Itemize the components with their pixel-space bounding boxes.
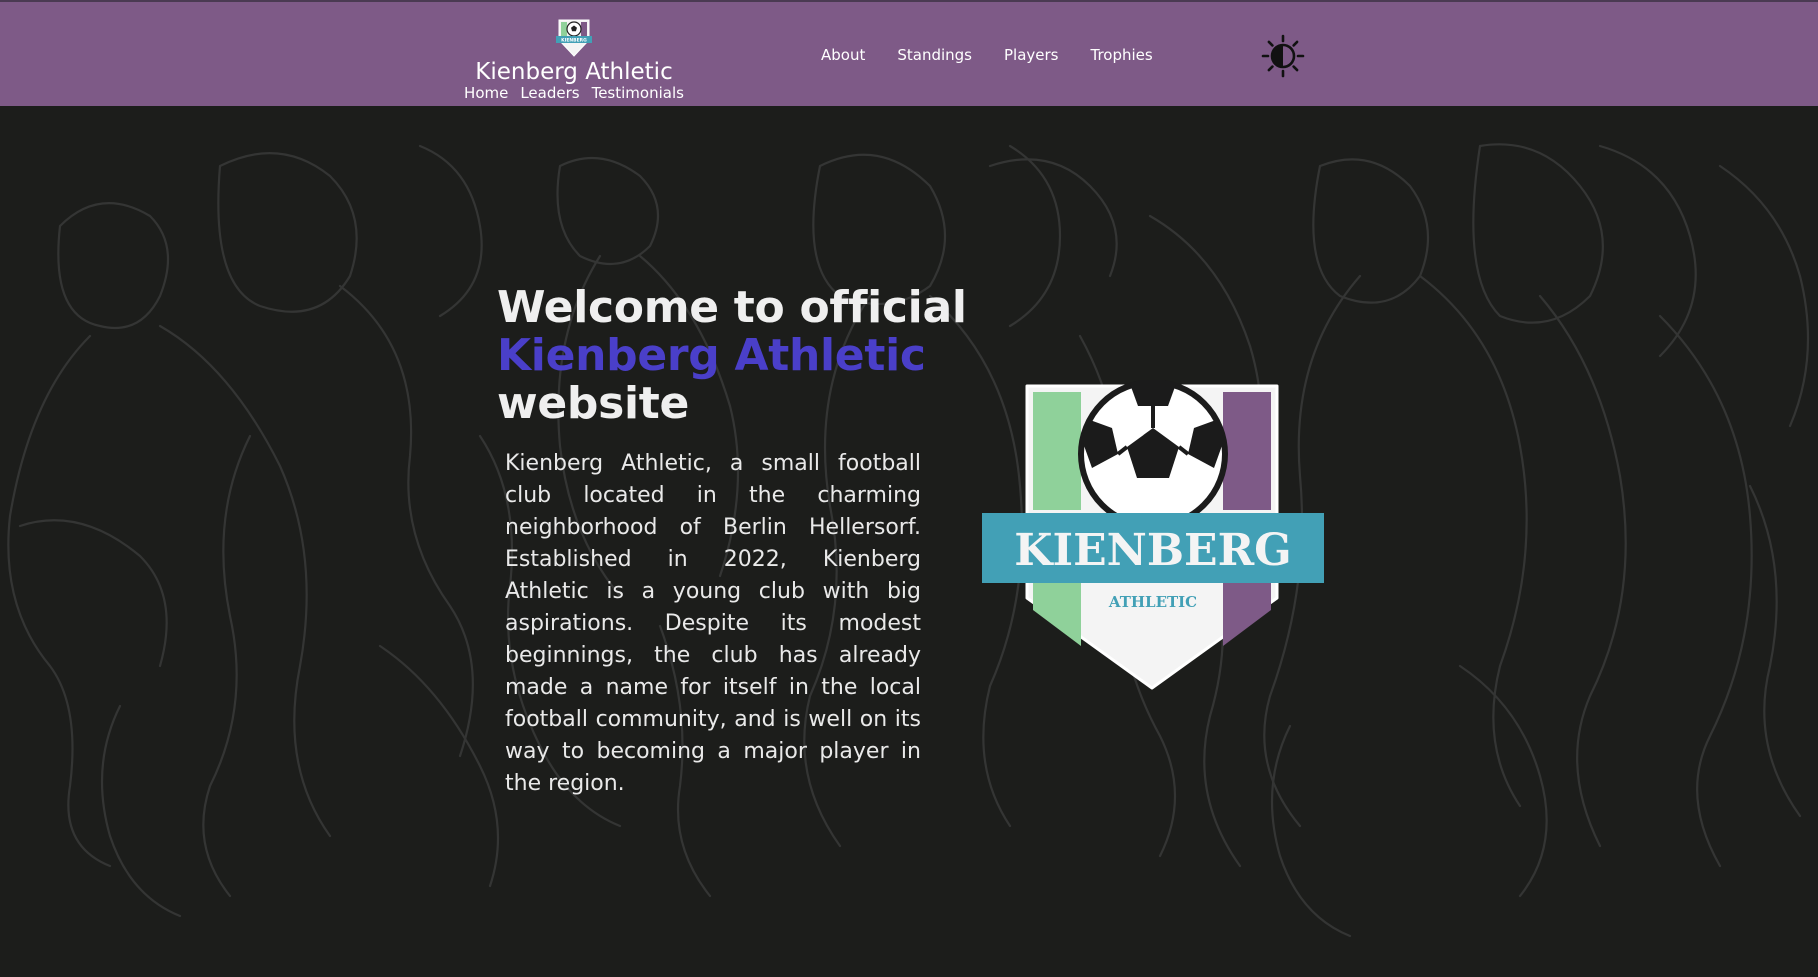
- hero-title-accent: Kienberg Athletic: [497, 330, 926, 381]
- sub-navigation: Home Leaders Testimonials: [462, 84, 686, 102]
- nav-standings-link[interactable]: Standings: [897, 44, 972, 66]
- hero-description: Kienberg Athletic, a small football club…: [505, 451, 921, 796]
- crest-sub-text: ATHLETIC: [1108, 593, 1197, 611]
- nav-trophies-link[interactable]: Trophies: [1091, 44, 1153, 66]
- top-navbar: KIENBERG Kienberg Athletic Home Leaders …: [0, 0, 1818, 106]
- subnav-testimonials-link[interactable]: Testimonials: [592, 84, 684, 102]
- page: KIENBERG Kienberg Athletic Home Leaders …: [0, 0, 1818, 977]
- club-crest-logo: KIENBERG ATHLETIC: [982, 380, 1324, 690]
- brand-logo-link[interactable]: KIENBERG: [462, 18, 686, 58]
- subnav-leaders-link[interactable]: Leaders: [520, 84, 579, 102]
- theme-toggle-button[interactable]: [1261, 34, 1305, 78]
- nav-about-link[interactable]: About: [821, 44, 865, 66]
- main-navigation: About Standings Players Trophies: [821, 44, 1153, 66]
- hero-title: Welcome to official Kienberg Athletic we…: [497, 284, 967, 428]
- brand-name: Kienberg Athletic: [475, 59, 673, 85]
- subnav-home-link[interactable]: Home: [464, 84, 508, 102]
- club-crest-icon: KIENBERG: [556, 19, 592, 57]
- brand: KIENBERG Kienberg Athletic Home Leaders …: [462, 18, 686, 102]
- hero-title-line-3: website: [497, 378, 690, 429]
- crest-banner-text: KIENBERG: [1014, 525, 1291, 576]
- hero-title-line-1: Welcome to official: [497, 282, 967, 333]
- brand-logo-text: KIENBERG: [561, 38, 587, 44]
- nav-players-link[interactable]: Players: [1004, 44, 1059, 66]
- contrast-sun-icon: [1261, 34, 1305, 78]
